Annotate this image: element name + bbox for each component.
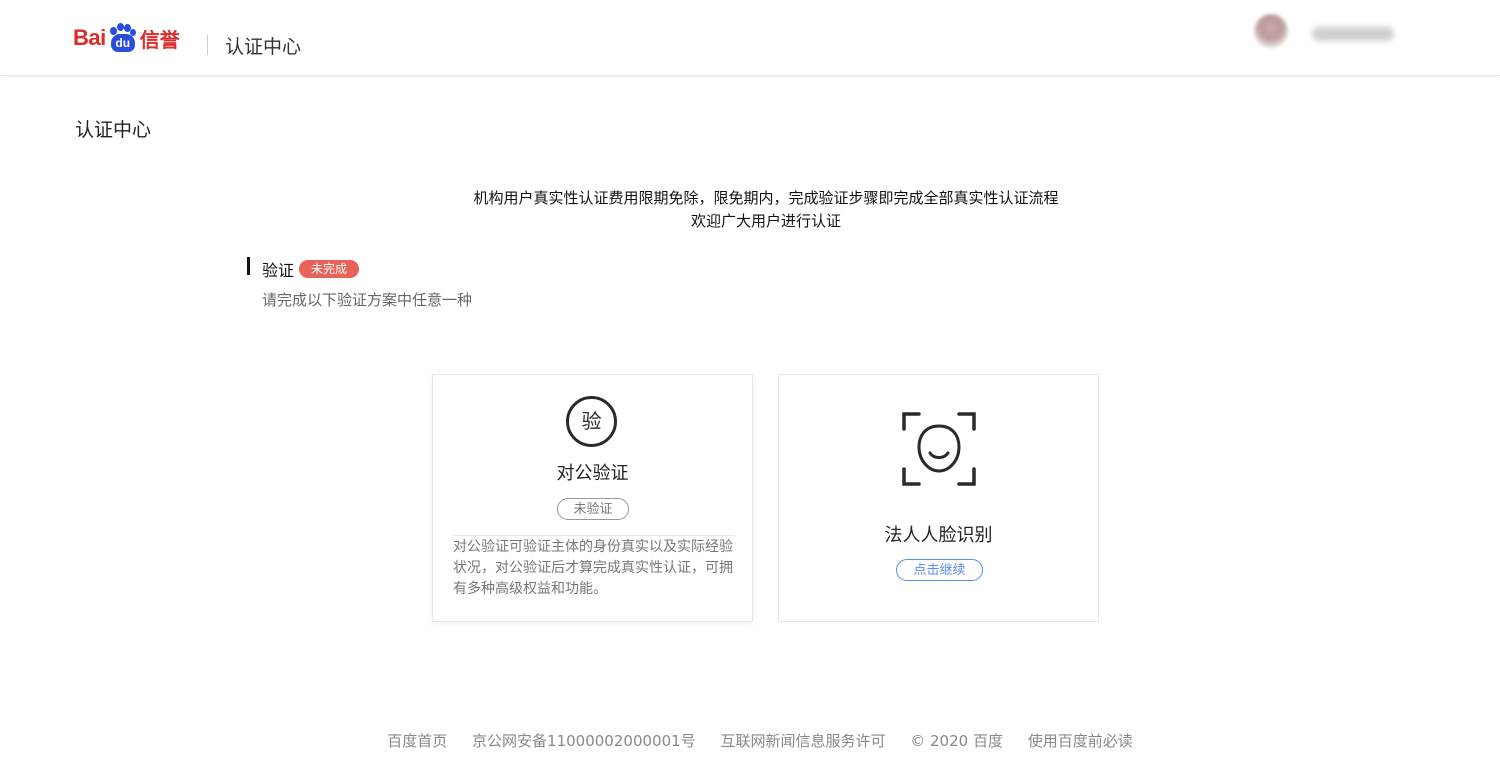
verify-char-icon: 验 <box>566 396 617 447</box>
baidu-xinyu-logo[interactable]: Bai du 信誉 <box>73 18 180 58</box>
page-title: 认证中心 <box>75 119 152 141</box>
top-header: Bai du 信誉 认证中心 <box>0 0 1500 76</box>
face-scan-icon <box>902 412 976 486</box>
header-divider <box>207 35 208 55</box>
username-blurred[interactable] <box>1312 27 1394 41</box>
notice-line-1: 机构用户真实性认证费用限期免除，限免期内，完成验证步骤即完成全部真实性认证流程 <box>473 189 1059 207</box>
section-subtitle: 请完成以下验证方案中任意一种 <box>262 291 473 309</box>
footer: 百度首页 京公网安备11000002000001号 互联网新闻信息服务许可 © … <box>0 730 1500 751</box>
continue-button[interactable]: 点击继续 <box>896 559 983 581</box>
section-accent-bar <box>247 257 250 275</box>
logo-text-xinyu: 信誉 <box>139 29 180 52</box>
footer-link-home[interactable]: 百度首页 <box>387 732 447 750</box>
unverified-badge: 未验证 <box>557 498 629 520</box>
notice-banner: 机构用户真实性认证费用限期免除，限免期内，完成验证步骤即完成全部真实性认证流程 … <box>0 187 1500 233</box>
footer-icp[interactable]: 京公网安备11000002000001号 <box>472 732 696 750</box>
footer-news-license[interactable]: 互联网新闻信息服务许可 <box>720 732 885 750</box>
status-badge: 未完成 <box>299 260 360 278</box>
card-divider <box>453 535 735 536</box>
corporate-verification-card[interactable]: 验 对公验证 未验证 对公验证可验证主体的身份真实以及实际经验状况，对公验证后才… <box>432 374 753 622</box>
logo-text-bai: Bai <box>73 25 106 50</box>
header-title: 认证中心 <box>225 36 302 58</box>
section-title-text: 验证 <box>262 261 295 280</box>
footer-terms[interactable]: 使用百度前必读 <box>1028 732 1133 750</box>
footer-copyright: © 2020 百度 <box>910 732 1003 750</box>
section-title: 验证 未完成 <box>262 257 360 281</box>
user-avatar[interactable] <box>1254 14 1288 48</box>
baidu-paw-icon: du <box>107 23 137 53</box>
card-description: 对公验证可验证主体的身份真实以及实际经验状况，对公验证后才算完成真实性认证，可拥… <box>453 539 733 597</box>
notice-line-2: 欢迎广大用户进行认证 <box>690 212 841 230</box>
face-recognition-card[interactable]: 法人人脸识别 点击继续 <box>778 374 1099 622</box>
card-title: 法人人脸识别 <box>884 525 993 546</box>
card-title: 对公验证 <box>556 463 629 484</box>
